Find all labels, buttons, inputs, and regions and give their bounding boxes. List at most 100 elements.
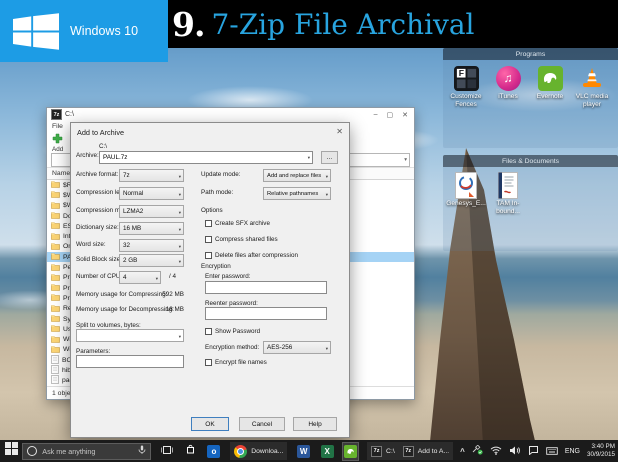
- folder-icon: [51, 180, 60, 190]
- compression-level-select[interactable]: Normal▾: [119, 187, 184, 200]
- lesson-title: 7-Zip File Archival: [211, 8, 474, 41]
- show-password-checkbox[interactable]: Show Password: [205, 328, 260, 335]
- desktop-icon-vlc-media-player[interactable]: VLC media player: [571, 64, 613, 108]
- parameters-input[interactable]: [76, 355, 184, 368]
- tray-add-to-archive-button[interactable]: 7z Add to A...: [399, 442, 453, 460]
- evernote-button[interactable]: [343, 443, 358, 460]
- dialog-title: Add to Archive: [77, 128, 124, 137]
- show-hidden-icons-button[interactable]: ^: [460, 447, 465, 456]
- desktop-icon-customize-fences[interactable]: FCustomize Fences: [445, 64, 487, 108]
- fence-body: Genesys_E...TAM In-bound...: [443, 167, 618, 251]
- task-view-button[interactable]: [160, 443, 175, 460]
- browse-button[interactable]: ...: [321, 151, 338, 164]
- evernote-icon: [344, 445, 357, 458]
- update-mode-select[interactable]: Add and replace files▾: [263, 169, 331, 182]
- add-label: Add: [52, 146, 63, 153]
- ok-button[interactable]: OK: [191, 417, 229, 431]
- doc-genesys-icon: [455, 171, 477, 199]
- folder-icon: [51, 211, 60, 221]
- fences-icon: F: [454, 64, 479, 92]
- microphone-icon[interactable]: [138, 442, 146, 460]
- minimize-icon[interactable]: –: [374, 111, 378, 119]
- touch-keyboard-icon[interactable]: [546, 442, 558, 460]
- desktop-icon-itunes[interactable]: ♫iTunes: [487, 64, 529, 108]
- memory-decompressing-value: 18 MB: [144, 306, 184, 313]
- path-mode-select[interactable]: Relative pathnames▾: [263, 187, 331, 200]
- desktop-icon-label: Genesys_E...: [446, 200, 486, 208]
- search-box[interactable]: Ask me anything: [22, 443, 150, 460]
- fence-title[interactable]: Programs: [443, 48, 618, 60]
- column-label: Name: [52, 170, 70, 177]
- desktop-icon-tam-in-bound[interactable]: TAM In-bound...: [487, 171, 529, 215]
- word-button[interactable]: W: [296, 443, 311, 460]
- archive-name-combobox[interactable]: PAUL.7z ▾: [99, 151, 313, 164]
- outlook-button[interactable]: o: [207, 443, 222, 460]
- store-button[interactable]: [183, 443, 198, 460]
- chrome-icon: [234, 445, 247, 458]
- clock[interactable]: 3:40 PM 30/9/2015: [587, 443, 615, 458]
- desktop-icon-evernote[interactable]: Evernote: [529, 64, 571, 108]
- desktop-icon-label: Evernote: [537, 93, 563, 101]
- word-size-select[interactable]: 32▾: [119, 239, 184, 252]
- checkbox-box[interactable]: [205, 252, 212, 259]
- memory-compressing-value: 592 MB: [144, 291, 184, 298]
- compression-method-select[interactable]: LZMA2▾: [119, 205, 184, 218]
- start-button[interactable]: [0, 440, 22, 462]
- excel-button[interactable]: X: [320, 443, 335, 460]
- window-close-icon[interactable]: ✕: [402, 111, 408, 119]
- action-center-icon[interactable]: [528, 442, 539, 460]
- start-icon: [5, 442, 18, 460]
- folder-icon: [51, 263, 60, 273]
- cpu-threads-select[interactable]: 4▾: [119, 271, 161, 284]
- add-to-archive-label: Add to A...: [418, 448, 449, 455]
- evernote-icon: [538, 64, 563, 92]
- options-group-label: Options: [201, 207, 223, 214]
- encryption-method-select[interactable]: AES-256▾: [263, 341, 331, 354]
- encrypt-names-checkbox[interactable]: Encrypt file names: [205, 359, 267, 366]
- dictionary-size-select[interactable]: 16 MB▾: [119, 222, 184, 235]
- checkbox-box[interactable]: [205, 220, 212, 227]
- add-button[interactable]: Add: [52, 133, 63, 153]
- network-icon[interactable]: [490, 442, 502, 460]
- folder-icon: [51, 242, 60, 252]
- system-tray: 7z Add to A... ^ ENG 3:40 PM 30/9/2015: [399, 442, 618, 460]
- folder-icon: [51, 232, 60, 242]
- folder-icon: [51, 324, 60, 334]
- folder-icon: [51, 345, 60, 355]
- update-mode-label: Update mode:: [201, 171, 241, 178]
- create-sfx-checkbox[interactable]: Create SFX archive: [205, 220, 270, 227]
- window-titlebar[interactable]: 7z C:\ – ▢ ✕: [47, 108, 414, 121]
- volume-icon[interactable]: [509, 442, 521, 460]
- checkbox-box[interactable]: [205, 328, 212, 335]
- maximize-icon[interactable]: ▢: [387, 111, 394, 119]
- checkbox-box[interactable]: [205, 359, 212, 366]
- delete-after-checkbox[interactable]: Delete files after compression: [205, 252, 298, 259]
- cancel-button[interactable]: Cancel: [239, 417, 285, 431]
- language-indicator[interactable]: ENG: [565, 448, 580, 455]
- solid-block-size-select[interactable]: 2 GB▾: [119, 254, 184, 267]
- enter-password-label: Enter password:: [205, 273, 251, 280]
- help-button[interactable]: Help: [293, 417, 337, 431]
- reenter-password-input[interactable]: [205, 307, 327, 320]
- encryption-group-label: Encryption: [201, 263, 231, 270]
- sevenzip-button[interactable]: 7z C:\: [367, 442, 399, 460]
- dialog-titlebar[interactable]: Add to Archive ✕: [71, 123, 349, 140]
- archive-format-select[interactable]: 7z▾: [119, 169, 184, 182]
- chrome-button[interactable]: Downloa...: [230, 442, 287, 460]
- desktop-icon-label: Customize Fences: [445, 93, 487, 108]
- fence-title[interactable]: Files & Documents: [443, 155, 618, 167]
- menu-item-file[interactable]: File: [52, 123, 63, 130]
- compress-shared-checkbox[interactable]: Compress shared files: [205, 236, 278, 243]
- seven-zip-icon: 7z: [51, 109, 62, 120]
- seven-zip-icon: 7z: [371, 446, 382, 457]
- desktop-icon-genesys-e[interactable]: Genesys_E...: [445, 171, 487, 215]
- encryption-method-label: Encryption method:: [205, 344, 259, 351]
- windows10-badge: Windows 10: [0, 0, 168, 62]
- desktop-icon-label: VLC media player: [571, 93, 613, 108]
- usb-eject-icon[interactable]: [472, 442, 483, 460]
- checkbox-box[interactable]: [205, 236, 212, 243]
- folder-icon: [51, 304, 60, 314]
- enter-password-input[interactable]: [205, 281, 327, 294]
- split-volumes-combobox[interactable]: ▾: [76, 329, 184, 342]
- close-icon[interactable]: ✕: [336, 127, 343, 136]
